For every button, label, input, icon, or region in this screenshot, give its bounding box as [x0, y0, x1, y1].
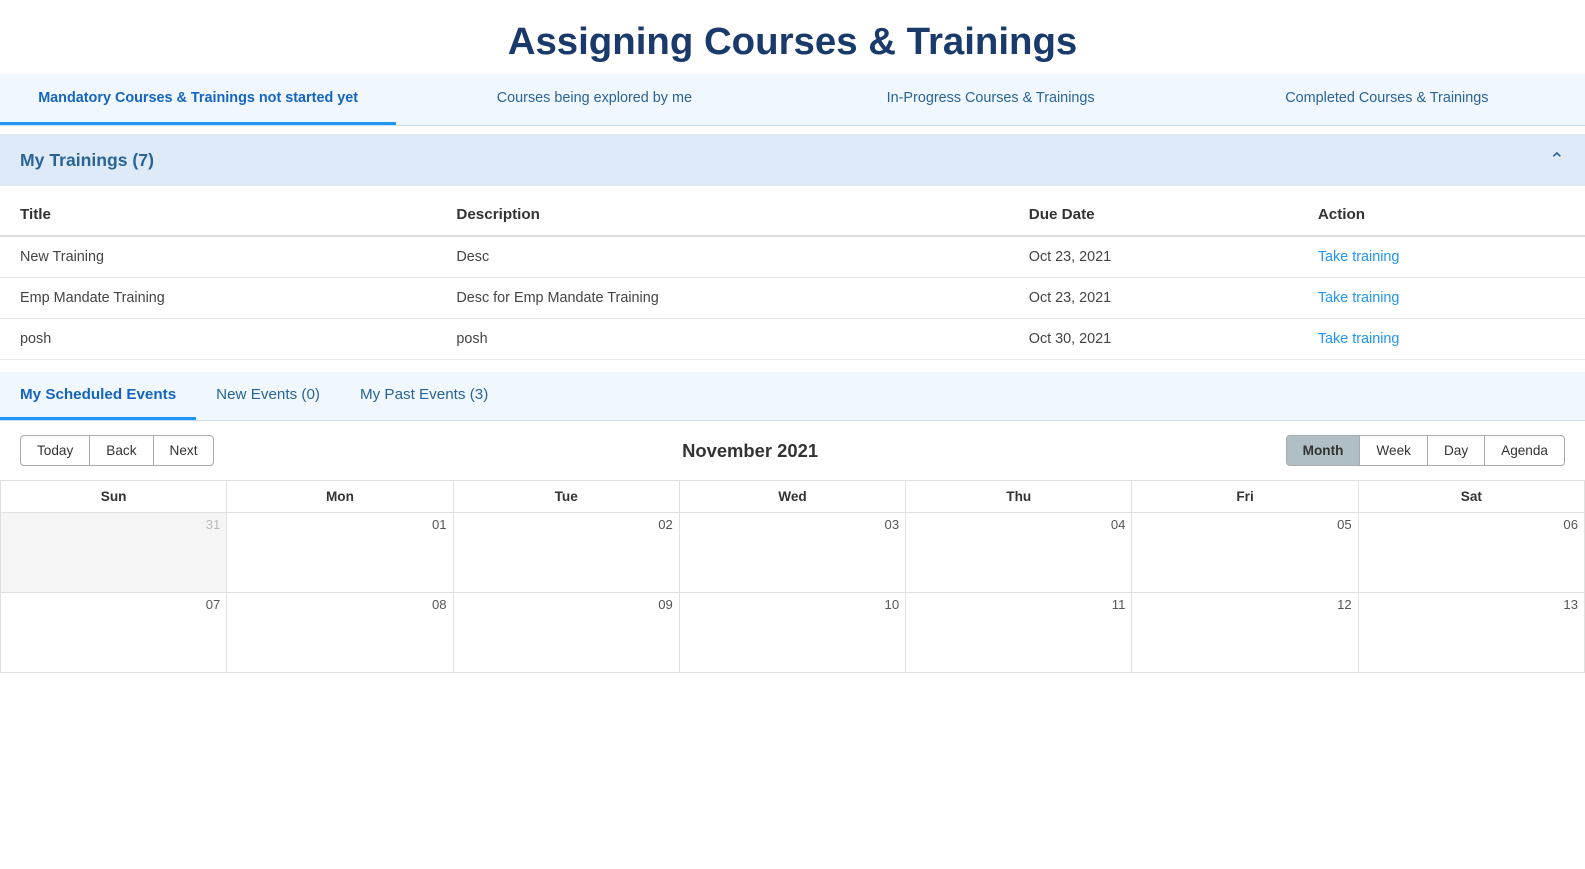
row-title: Emp Mandate Training: [0, 278, 436, 319]
top-tabs-container: Mandatory Courses & Trainings not starte…: [0, 74, 1585, 126]
calendar-controls: Today Back Next November 2021 Month Week…: [0, 421, 1585, 480]
cal-day-11: 11: [906, 593, 1132, 673]
tab-inprogress[interactable]: In-Progress Courses & Trainings: [793, 74, 1189, 125]
tab-exploring[interactable]: Courses being explored by me: [396, 74, 792, 125]
chevron-up-icon[interactable]: ⌃: [1549, 148, 1565, 172]
cal-day-13: 13: [1358, 593, 1584, 673]
col-due-date: Due Date: [1009, 194, 1298, 236]
cal-header-sat: Sat: [1358, 481, 1584, 513]
take-training-link-1[interactable]: Take training: [1318, 290, 1400, 306]
col-action: Action: [1298, 194, 1585, 236]
next-button[interactable]: Next: [154, 435, 215, 466]
cal-day-03: 03: [679, 513, 905, 593]
take-training-link-0[interactable]: Take training: [1318, 249, 1400, 265]
row-due-date: Oct 30, 2021: [1009, 319, 1298, 360]
row-title: posh: [0, 319, 436, 360]
trainings-section-header: My Trainings (7) ⌃: [0, 134, 1585, 186]
cal-header-tue: Tue: [453, 481, 679, 513]
tab-my-past-events[interactable]: My Past Events (3): [340, 372, 508, 420]
row-title: New Training: [0, 236, 436, 278]
cal-day-05: 05: [1132, 513, 1358, 593]
cal-header-thu: Thu: [906, 481, 1132, 513]
cal-day-12: 12: [1132, 593, 1358, 673]
cal-day-07: 07: [1, 593, 227, 673]
calendar-week-row: 07 08 09 10 11 12 13: [1, 593, 1585, 673]
today-button[interactable]: Today: [20, 435, 90, 466]
back-button[interactable]: Back: [90, 435, 153, 466]
row-description: Desc for Emp Mandate Training: [436, 278, 1008, 319]
calendar-grid: Sun Mon Tue Wed Thu Fri Sat 31 01 02 03 …: [0, 480, 1585, 673]
cal-day-09: 09: [453, 593, 679, 673]
tab-mandatory[interactable]: Mandatory Courses & Trainings not starte…: [0, 74, 396, 125]
row-description: posh: [436, 319, 1008, 360]
table-row: New Training Desc Oct 23, 2021 Take trai…: [0, 236, 1585, 278]
cal-day-01: 01: [227, 513, 453, 593]
calendar-month-title: November 2021: [682, 440, 818, 462]
cal-header-wed: Wed: [679, 481, 905, 513]
cal-day-02: 02: [453, 513, 679, 593]
cal-day-31-oct: 31: [1, 513, 227, 593]
calendar-nav-group: Today Back Next: [20, 435, 214, 466]
cal-header-mon: Mon: [227, 481, 453, 513]
view-day-button[interactable]: Day: [1428, 435, 1485, 466]
table-row: posh posh Oct 30, 2021 Take training: [0, 319, 1585, 360]
cal-day-04: 04: [906, 513, 1132, 593]
page-title: Assigning Courses & Trainings: [0, 0, 1585, 74]
trainings-section-title: My Trainings (7): [20, 150, 154, 171]
tab-new-events[interactable]: New Events (0): [196, 372, 340, 420]
table-row: Emp Mandate Training Desc for Emp Mandat…: [0, 278, 1585, 319]
view-agenda-button[interactable]: Agenda: [1485, 435, 1565, 466]
trainings-table: Title Description Due Date Action New Tr…: [0, 194, 1585, 360]
cal-header-sun: Sun: [1, 481, 227, 513]
cal-day-10: 10: [679, 593, 905, 673]
view-week-button[interactable]: Week: [1360, 435, 1428, 466]
row-due-date: Oct 23, 2021: [1009, 236, 1298, 278]
row-action[interactable]: Take training: [1298, 236, 1585, 278]
tab-my-scheduled-events[interactable]: My Scheduled Events: [0, 372, 196, 420]
cal-day-08: 08: [227, 593, 453, 673]
cal-day-06: 06: [1358, 513, 1584, 593]
view-month-button[interactable]: Month: [1286, 435, 1361, 466]
calendar-week-row: 31 01 02 03 04 05 06: [1, 513, 1585, 593]
row-action[interactable]: Take training: [1298, 319, 1585, 360]
col-description: Description: [436, 194, 1008, 236]
cal-header-fri: Fri: [1132, 481, 1358, 513]
col-title: Title: [0, 194, 436, 236]
row-description: Desc: [436, 236, 1008, 278]
events-tabs-container: My Scheduled Events New Events (0) My Pa…: [0, 372, 1585, 421]
calendar-view-group: Month Week Day Agenda: [1286, 435, 1565, 466]
take-training-link-2[interactable]: Take training: [1318, 331, 1400, 347]
row-action[interactable]: Take training: [1298, 278, 1585, 319]
row-due-date: Oct 23, 2021: [1009, 278, 1298, 319]
tab-completed[interactable]: Completed Courses & Trainings: [1189, 74, 1585, 125]
